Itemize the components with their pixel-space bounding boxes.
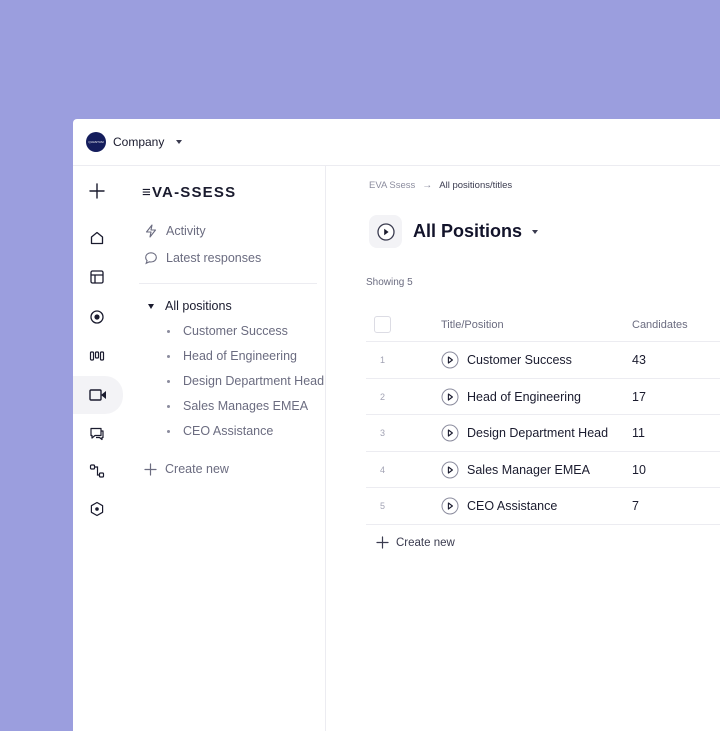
sidebar-group-all-positions[interactable]: All positions <box>148 299 232 313</box>
bullet-icon <box>167 329 170 333</box>
sidebar-position-item[interactable]: CEO Assistance <box>167 424 326 438</box>
select-all-checkbox[interactable] <box>374 316 391 333</box>
bullet-icon <box>167 379 170 383</box>
breadcrumb: EVA Ssess → All positions/titles <box>369 180 512 191</box>
positions-table: Title/Position Candidates 1 Customer Suc… <box>366 307 720 525</box>
row-number: 4 <box>380 464 386 475</box>
sidebar-position-label: CEO Assistance <box>183 424 274 438</box>
company-logo: QUANTUM <box>86 132 106 152</box>
column-header-candidates[interactable]: Candidates <box>632 319 688 331</box>
nav-pipeline[interactable] <box>85 344 109 368</box>
play-icon[interactable] <box>441 497 459 515</box>
caret-down-icon <box>148 303 154 309</box>
disc-icon <box>90 310 104 324</box>
table-row[interactable]: 1 Customer Success 43 <box>366 342 720 379</box>
plus-icon <box>376 536 389 549</box>
sidebar-position-item[interactable]: Sales Manages EMEA <box>167 399 326 413</box>
chevron-down-icon[interactable] <box>532 229 539 234</box>
bullet-icon <box>167 404 170 408</box>
candidate-count: 17 <box>632 389 646 404</box>
app-window: QUANTUM Company ≡VA-SSESS Activity Lates… <box>73 119 720 731</box>
breadcrumb-current: All positions/titles <box>439 180 513 191</box>
chat-icon <box>90 427 104 441</box>
nav-chat[interactable] <box>85 421 109 445</box>
home-icon <box>90 231 104 245</box>
divider <box>139 283 317 284</box>
plus-icon <box>144 462 157 476</box>
sidebar: ≡VA-SSESS Activity Latest responses All … <box>123 166 326 731</box>
main-content: EVA Ssess → All positions/titles All Pos… <box>326 166 720 731</box>
play-icon[interactable] <box>441 351 459 369</box>
table-row[interactable]: 2 Head of Engineering 17 <box>366 379 720 415</box>
create-new-button[interactable]: Create new <box>376 536 455 549</box>
sidebar-position-label: Sales Manages EMEA <box>183 399 309 413</box>
layout-icon <box>90 270 104 284</box>
candidate-count: 10 <box>632 462 646 477</box>
company-logo-text: QUANTUM <box>88 140 104 144</box>
add-button[interactable] <box>85 179 109 203</box>
table-row[interactable]: 5 CEO Assistance 7 <box>366 488 720 525</box>
nav-reports[interactable] <box>85 305 109 329</box>
sidebar-create-new-button[interactable]: Create new <box>144 462 229 476</box>
page-title: All Positions <box>413 221 523 241</box>
nav-home[interactable] <box>85 226 109 250</box>
sidebar-position-item[interactable]: Design Department Head <box>167 374 326 388</box>
bolt-icon <box>145 224 157 238</box>
play-icon[interactable] <box>441 388 459 406</box>
flow-icon <box>89 464 105 478</box>
chevron-down-icon[interactable] <box>176 140 183 144</box>
table-row[interactable]: 4 Sales Manager EMEA 10 <box>366 452 720 488</box>
sidebar-position-label: Customer Success <box>183 324 288 338</box>
nav-dashboard[interactable] <box>85 265 109 289</box>
nav-video-positions[interactable] <box>73 376 123 414</box>
sidebar-group-label: All positions <box>165 299 232 313</box>
sidebar-position-item[interactable]: Head of Engineering <box>167 349 326 363</box>
position-name[interactable]: Design Department Head <box>467 426 608 440</box>
sidebar-item-latest-responses[interactable]: Latest responses <box>144 251 261 265</box>
position-name[interactable]: CEO Assistance <box>467 499 557 513</box>
sidebar-item-activity[interactable]: Activity <box>144 224 206 238</box>
row-number: 1 <box>380 355 386 365</box>
sidebar-item-label: Activity <box>166 224 206 238</box>
video-icon <box>89 389 106 401</box>
column-header-title[interactable]: Title/Position <box>441 319 504 331</box>
row-number: 2 <box>380 391 386 402</box>
arrow-right-icon: → <box>422 180 433 191</box>
bullet-icon <box>167 354 170 358</box>
bullet-icon <box>167 429 170 433</box>
hexagon-icon <box>90 501 104 517</box>
message-icon <box>145 252 157 265</box>
icon-rail <box>73 166 123 731</box>
page-header: All Positions <box>369 215 539 248</box>
title-play-button[interactable] <box>369 215 402 248</box>
brand-logo: ≡VA-SSESS <box>142 184 237 201</box>
result-count: Showing 5 <box>366 277 413 288</box>
row-number: 5 <box>380 501 386 511</box>
sidebar-item-label: Latest responses <box>166 251 262 265</box>
company-switcher-label[interactable]: Company <box>113 135 164 149</box>
table-header: Title/Position Candidates <box>366 307 720 342</box>
candidate-count: 7 <box>632 499 639 513</box>
nav-integrations[interactable] <box>85 497 109 521</box>
breadcrumb-root[interactable]: EVA Ssess <box>369 180 415 191</box>
top-bar: QUANTUM Company <box>73 119 720 166</box>
position-name[interactable]: Sales Manager EMEA <box>467 463 590 477</box>
create-new-label: Create new <box>165 462 229 476</box>
play-icon <box>376 222 395 241</box>
candidate-count: 11 <box>632 426 645 440</box>
sidebar-position-label: Design Department Head <box>183 374 325 388</box>
row-number: 3 <box>380 428 386 438</box>
nav-workflow[interactable] <box>85 459 109 483</box>
position-name[interactable]: Head of Engineering <box>467 390 581 404</box>
table-row[interactable]: 3 Design Department Head 11 <box>366 415 720 452</box>
sidebar-position-item[interactable]: Customer Success <box>167 324 326 338</box>
play-icon[interactable] <box>441 424 459 442</box>
bars-icon <box>89 351 105 361</box>
candidate-count: 43 <box>632 353 646 367</box>
sidebar-position-label: Head of Engineering <box>183 349 297 363</box>
play-icon[interactable] <box>441 461 459 479</box>
position-name[interactable]: Customer Success <box>467 353 572 367</box>
create-new-label: Create new <box>396 536 455 549</box>
plus-icon <box>89 183 105 199</box>
